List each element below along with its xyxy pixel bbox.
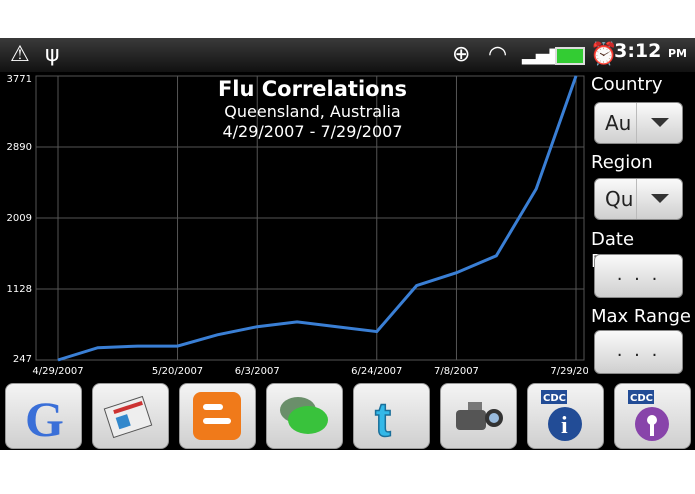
main-area: 247 1128 2009 2890 3771 4/29/2007 5/20/2007 6/… (0, 72, 695, 380)
data-point (336, 326, 338, 328)
data-point (575, 75, 577, 77)
data-point (455, 272, 457, 274)
camera-app-icon[interactable] (440, 383, 517, 449)
clock-time: 3:12 (614, 40, 662, 62)
svg-text:CDC: CDC (543, 393, 566, 404)
data-point (495, 255, 497, 257)
screen: ⚠ ψ ⊕ ◠ ▂▄▆ ⏰ 3:12 PM 247 1128 2009 2890 377… (0, 0, 695, 494)
x-tick-label: 4/29/2007 (32, 366, 83, 377)
data-point (416, 285, 418, 287)
x-tick-label: 6/3/2007 (235, 366, 280, 377)
twitter-app-icon[interactable]: t (353, 383, 430, 449)
country-value: Au (605, 111, 632, 135)
svg-text:CDC: CDC (630, 393, 653, 404)
max-range-button[interactable]: . . . (594, 330, 683, 374)
google-app-icon[interactable]: G (5, 383, 82, 449)
news-app-icon[interactable] (92, 383, 169, 449)
date-range-button[interactable]: . . . (594, 254, 683, 298)
battery-icon (555, 47, 585, 65)
clock: 3:12 PM (614, 40, 687, 62)
usb-icon: ψ (45, 42, 60, 67)
y-tick-label: 2890 (7, 142, 32, 153)
wifi-icon: ◠ (488, 42, 508, 67)
country-spinner[interactable]: Au (594, 102, 683, 144)
blogger-app-icon[interactable] (179, 383, 256, 449)
status-bar: ⚠ ψ ⊕ ◠ ▂▄▆ ⏰ (0, 38, 695, 72)
country-label: Country (591, 74, 663, 95)
max-range-label: Max Range (591, 306, 691, 327)
chart-subtitle-dates: 4/29/2007 - 7/29/2007 (222, 122, 403, 141)
y-tick-label: 2009 (7, 213, 32, 224)
data-point (177, 345, 179, 347)
cdc-podcast-app-icon[interactable]: CDC (614, 383, 691, 449)
chart-title-block: Flu Correlations Queensland, Australia 4… (205, 76, 420, 142)
data-point (97, 347, 99, 349)
chevron-down-icon[interactable] (636, 103, 682, 143)
clock-ampm: PM (667, 47, 687, 60)
region-label: Region (591, 152, 653, 173)
region-spinner[interactable]: Qu (594, 178, 683, 220)
y-tick-label: 247 (13, 354, 32, 365)
x-tick-label: 6/24/2007 (351, 366, 402, 377)
app-dock: G t CDC i CDC (0, 380, 695, 450)
warning-icon: ⚠ (10, 42, 30, 67)
y-axis-ticks: 247 1128 2009 2890 3771 (7, 74, 32, 365)
data-point (57, 359, 59, 361)
data-point (216, 334, 218, 336)
side-panel: Country Au Region Qu Date Range . . . Ma… (588, 72, 695, 380)
gps-icon: ⊕ (452, 42, 471, 67)
svg-text:t: t (375, 394, 391, 444)
region-value: Qu (605, 187, 634, 211)
chevron-down-icon[interactable] (636, 179, 682, 219)
chat-app-icon[interactable] (266, 383, 343, 449)
x-axis-ticks: 4/29/2007 5/20/2007 6/3/2007 6/24/2007 7/8/2… (32, 366, 588, 377)
chart-title: Flu Correlations (217, 77, 408, 101)
data-point (535, 188, 537, 190)
data-point (137, 345, 139, 347)
chart-subtitle-region: Queensland, Australia (224, 102, 401, 121)
x-tick-label: 5/20/2007 (152, 366, 203, 377)
cdc-info-app-icon[interactable]: CDC i (527, 383, 604, 449)
data-point (376, 331, 378, 333)
data-point (296, 321, 298, 323)
y-tick-label: 3771 (7, 74, 32, 85)
x-tick-label: 7/8/2007 (434, 366, 479, 377)
data-point (256, 326, 258, 328)
y-tick-label: 1128 (7, 284, 32, 295)
x-tick-label: 7/29/2007 (550, 366, 588, 377)
svg-text:i: i (561, 413, 568, 439)
svg-text:G: G (25, 391, 64, 444)
